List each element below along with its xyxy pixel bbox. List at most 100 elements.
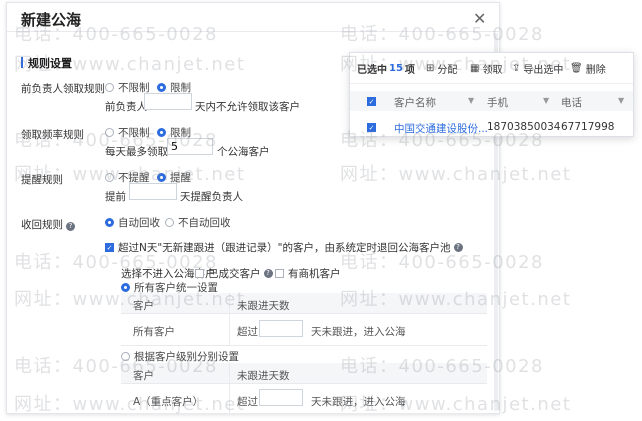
frequency-suffix: 个公海客户: [217, 146, 270, 158]
row-suffix: 天未跟进，进入公海: [311, 396, 406, 408]
exclude-deal-checkbox[interactable]: 已成交客户?: [195, 266, 273, 281]
export-icon: ⇪: [512, 63, 521, 74]
trash-icon: 🗑: [570, 63, 583, 74]
radio-label: 不自动回收: [178, 217, 231, 229]
radio-dot: [157, 83, 166, 92]
selected-count: 已选中 15 项: [357, 61, 415, 76]
selection-popup: 已选中 15 项 ⊞ 分配 ▦ 领取 ⇪ 导出选中 🗑 删除 ✓ 客户名称 ▼ 手机 ▼…: [349, 52, 634, 137]
recall-manual-radio[interactable]: 不自动回收: [165, 215, 231, 230]
reminder-prefix: 提前: [105, 191, 126, 203]
delete-button[interactable]: 🗑 删除: [570, 61, 606, 76]
filter-icon[interactable]: ▼: [543, 96, 549, 105]
assign-button[interactable]: ⊞ 分配: [426, 61, 457, 76]
radio-dot: [105, 128, 114, 137]
frequency-count-input[interactable]: [167, 138, 213, 155]
unified-days-input[interactable]: [259, 320, 303, 337]
customer-phone: 67717998: [561, 121, 615, 133]
level-days-input[interactable]: [259, 389, 303, 406]
frequency-prefix: 每天最多领取: [105, 146, 168, 158]
row-prefix: 超过: [237, 396, 258, 408]
radio-label: 根据客户级别分别设置: [134, 351, 239, 363]
leader-prefix: 前负责人: [105, 101, 147, 113]
col-mobile: 手机: [487, 97, 508, 109]
close-icon[interactable]: ✕: [473, 9, 486, 28]
customer-name-link[interactable]: 中国交通建设股份...: [394, 121, 488, 136]
radio-dot: [165, 218, 174, 227]
exclude-opportunity-checkbox[interactable]: 有商机客户: [275, 266, 341, 281]
row-prefix: 超过: [237, 326, 258, 338]
recall-rule-text: 收回规则: [21, 219, 63, 231]
exclude-opportunity-text: 有商机客户: [288, 268, 341, 280]
row-checkbox[interactable]: ✓: [367, 123, 376, 132]
selected-number: 15: [389, 63, 403, 74]
radio-dot: [121, 352, 130, 361]
claim-button[interactable]: ▦ 领取: [470, 61, 502, 76]
radio-dot: [121, 283, 130, 292]
recall-condition-text: 超过N天"无新建跟进（跟进记录）"的客户，由系统定时退回公海客户池: [118, 242, 451, 254]
row-customer: A（重点客户）: [133, 396, 204, 408]
export-selected-button[interactable]: ⇪ 导出选中: [512, 61, 563, 76]
section-title: 规则设置: [21, 55, 72, 71]
leader-rule-label: 前负责人领取规则: [21, 83, 105, 95]
table-row: A（重点客户） 超过 天未跟进，进入公海: [121, 383, 487, 414]
dialog-title: 新建公海: [21, 11, 82, 29]
claim-label: 领取: [482, 65, 503, 76]
exclude-deal-text: 已成交客户: [208, 268, 261, 280]
col-customer: 客户: [133, 300, 154, 312]
col-days: 未跟进天数: [237, 300, 290, 312]
selected-prefix: 已选中: [357, 65, 387, 76]
radio-dot: [157, 173, 166, 182]
checkbox-box: [275, 269, 284, 278]
reminder-suffix: 天提醒负责人: [180, 191, 243, 203]
radio-label: 自动回收: [118, 217, 160, 229]
filter-icon[interactable]: ▼: [618, 96, 624, 105]
col-name: 客户名称: [394, 97, 436, 109]
radio-dot: [157, 128, 166, 137]
export-label: 导出选中: [523, 65, 564, 76]
recall-rule-label: 收回规则?: [21, 217, 75, 232]
table-divider: [229, 293, 230, 345]
question-icon[interactable]: ?: [66, 222, 75, 231]
leader-unlimited-radio[interactable]: 不限制: [105, 80, 150, 95]
recall-auto-radio[interactable]: 自动回收: [105, 215, 160, 230]
checkbox-box: [195, 269, 204, 278]
col-customer: 客户: [133, 370, 154, 382]
reminder-days-input[interactable]: [129, 183, 177, 200]
selected-suffix: 项: [404, 65, 415, 76]
section-title-text: 规则设置: [28, 57, 72, 70]
assign-label: 分配: [437, 65, 458, 76]
delete-label: 删除: [585, 65, 606, 76]
frequency-unlimited-radio[interactable]: 不限制: [105, 125, 150, 140]
row-suffix: 天未跟进，进入公海: [311, 326, 406, 338]
customer-mobile: 18703850034: [487, 121, 561, 133]
radio-dot: [105, 173, 114, 182]
question-icon[interactable]: ?: [263, 269, 273, 278]
leader-suffix: 天内不允许领取该客户: [195, 101, 300, 113]
reminder-rule-label: 提醒规则: [21, 174, 63, 186]
section-accent-bar: [21, 57, 23, 68]
table-icon: ▦: [470, 63, 480, 74]
recall-condition-checkbox[interactable]: ✓ 超过N天"无新建跟进（跟进记录）"的客户，由系统定时退回公海客户池?: [105, 240, 463, 255]
checkbox-check-icon: ✓: [105, 243, 114, 252]
unified-table: 客户 未跟进天数 所有客户 超过 天未跟进，进入公海: [121, 293, 487, 346]
frequency-rule-label: 领取频率规则: [21, 129, 84, 141]
radio-label: 不限制: [118, 127, 150, 139]
by-level-setting-radio[interactable]: 根据客户级别分别设置: [121, 349, 239, 364]
table-header-row: 客户 未跟进天数: [121, 363, 487, 384]
col-phone: 电话: [561, 97, 582, 109]
radio-dot: [105, 218, 114, 227]
radio-dot: [105, 83, 114, 92]
header-divider: [7, 31, 499, 32]
popup-divider: [350, 83, 633, 84]
row-customer: 所有客户: [133, 326, 175, 338]
table-row: 所有客户 超过 天未跟进，进入公海: [121, 313, 487, 346]
leader-days-input[interactable]: [144, 93, 192, 110]
select-all-checkbox[interactable]: ✓: [367, 97, 376, 106]
question-icon[interactable]: ?: [453, 243, 463, 252]
by-level-table: 客户 未跟进天数 A（重点客户） 超过 天未跟进，进入公海: [121, 363, 487, 414]
filter-icon[interactable]: ▼: [468, 96, 474, 105]
table-divider: [229, 363, 230, 413]
col-days: 未跟进天数: [237, 370, 290, 382]
sitemap-icon: ⊞: [426, 63, 435, 74]
table-header-row: 客户 未跟进天数: [121, 293, 487, 314]
